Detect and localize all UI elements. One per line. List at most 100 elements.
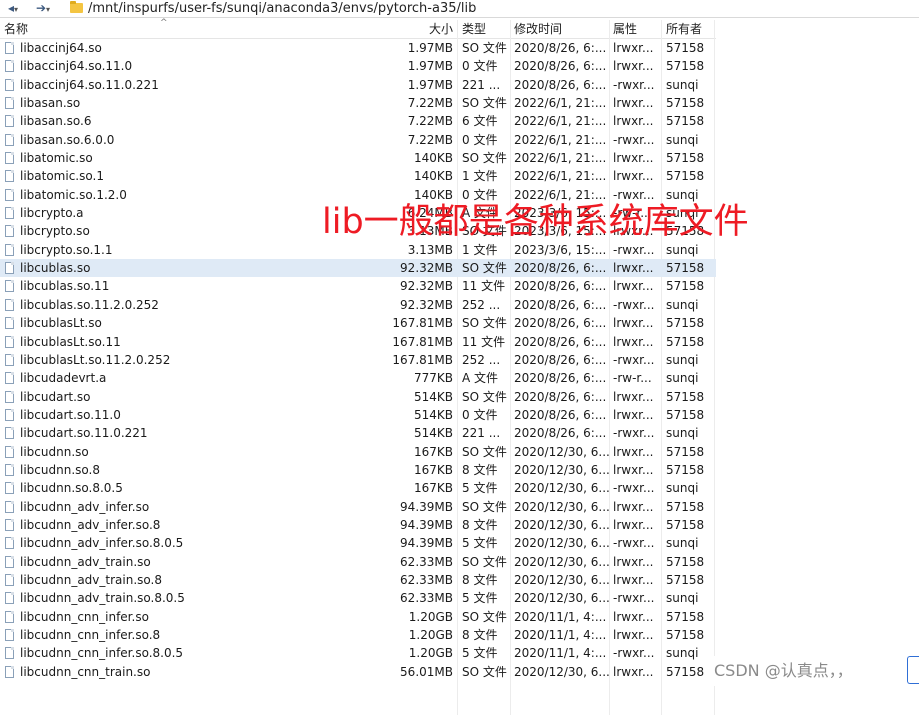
file-row[interactable]: libcudnn_adv_infer.so.8 94.39MB 8 文件 2020/1… [0,516,716,534]
file-owner: sunqi [666,77,699,92]
file-attributes: lrwxr... [613,462,654,477]
file-row[interactable]: libcudnn.so.8 167KB 8 文件 2020/12/30, 6... lr… [0,461,716,479]
file-modified: 2020/8/26, 6:... [514,407,607,422]
column-type[interactable]: 类型 [462,20,486,38]
file-type: 8 文件 [462,462,498,477]
file-icon [5,78,14,91]
file-size: 94.39MB [400,499,453,514]
file-owner: sunqi [666,352,699,367]
back-button[interactable]: ◂▾ [2,1,24,15]
file-row[interactable]: libcublas.so.11 92.32MB 11 文件 2020/8/26, 6:… [0,277,716,295]
file-icon [5,170,14,183]
file-row[interactable]: libatomic.so.1 140KB 1 文件 2022/6/1, 21:... l… [0,167,716,185]
file-modified: 2020/8/26, 6:... [514,389,607,404]
column-name[interactable]: 名称 [4,20,28,38]
file-type: SO 文件 [462,444,507,459]
file-row[interactable]: libcudart.so 514KB SO 文件 2020/8/26, 6:... lr… [0,388,716,406]
file-row[interactable]: libcublasLt.so.11.2.0.252 167.81MB 252 ...… [0,351,716,369]
file-row[interactable]: libcudnn_cnn_train.so 56.01MB SO 文件 2020/12… [0,663,716,681]
file-row[interactable]: libcudnn_cnn_infer.so.8 1.20GB 8 文件 2020/11… [0,626,716,644]
file-size: 1.97MB [407,41,453,55]
file-row[interactable]: libcudart.so.11.0 514KB 0 文件 2020/8/26, 6:.… [0,406,716,424]
file-name: libcudnn_adv_infer.so.8.0.5 [20,536,184,551]
file-row[interactable]: libcudnn_adv_infer.so.8.0.5 94.39MB 5 文件 20… [0,534,716,552]
file-row[interactable]: libcublas.so 92.32MB SO 文件 2020/8/26, 6:...… [0,259,716,278]
path-input[interactable]: /mnt/inspurfs/user-fs/sunqi/anaconda3/en… [88,0,476,17]
folder-icon [70,1,83,13]
file-row[interactable]: libcublasLt.so.11 167.81MB 11 文件 2020/8/26,… [0,333,716,351]
file-row[interactable]: libasan.so 7.22MB SO 文件 2022/6/1, 21:... lrw… [0,94,716,112]
file-row[interactable]: libasan.so.6.0.0 7.22MB 0 文件 2022/6/1, 21:.… [0,131,716,149]
file-row[interactable]: libcublasLt.so 167.81MB SO 文件 2020/8/26, 6:… [0,314,716,332]
file-type: 11 文件 [462,279,506,294]
file-row[interactable]: libcudnn.so 167KB SO 文件 2020/12/30, 6... lrw… [0,443,716,461]
file-type: A 文件 [462,371,499,386]
chevron-down-icon: ▾ [46,5,51,14]
file-modified: 2022/6/1, 21:... [514,114,607,129]
file-row[interactable]: libatomic.so 140KB SO 文件 2022/6/1, 21:... lr… [0,149,716,167]
file-row[interactable]: libaccinj64.so.11.0.221 1.97MB 221 ... 2020… [0,76,716,94]
file-name: libcudart.so [20,389,91,404]
file-modified: 2020/8/26, 6:... [514,261,607,276]
file-modified: 2020/12/30, 6... [514,591,609,606]
file-row[interactable]: libcudnn_cnn_infer.so 1.20GB SO 文件 2020/11/… [0,608,716,626]
file-attributes: -rwxr... [613,536,655,551]
forward-button[interactable]: ➔▾ [32,1,54,15]
file-type: 1 文件 [462,169,498,184]
file-row[interactable]: libcudnn_adv_train.so.8 62.33MB 8 文件 2020/1… [0,571,716,589]
file-size: 92.32MB [400,261,453,276]
file-name: libcudnn_cnn_infer.so.8.0.5 [20,646,184,661]
file-size: 514KB [413,426,453,441]
file-size: 7.22MB [407,96,453,111]
file-modified: 2020/12/30, 6... [514,444,609,459]
file-row[interactable]: libcudnn_cnn_infer.so.8.0.5 1.20GB 5 文件 202… [0,644,716,662]
file-modified: 2020/12/30, 6... [514,462,609,477]
file-size: 62.33MB [400,591,453,606]
file-row[interactable]: libcudnn_adv_infer.so 94.39MB SO 文件 2020/12… [0,498,716,516]
file-attributes: -rwxr... [613,646,655,661]
file-attributes: lrwxr... [613,151,654,166]
file-attributes: lrwxr... [613,628,654,642]
file-row[interactable]: libcudadevrt.a 777KB A 文件 2020/8/26, 6:... -… [0,369,716,387]
file-modified: 2022/6/1, 21:... [514,151,607,166]
file-row[interactable]: libcudart.so.11.0.221 514KB 221 ... 2020/8/… [0,424,716,442]
file-icon [5,647,14,660]
file-icon [5,42,14,54]
file-row[interactable]: libaccinj64.so 1.97MB SO 文件 2020/8/26, 6:..… [0,39,716,57]
file-row[interactable]: libcublas.so.11.2.0.252 92.32MB 252 ... 202… [0,296,716,314]
file-icon [5,500,14,513]
file-owner: 57158 [666,59,705,74]
file-row[interactable]: libaccinj64.so.11.0 1.97MB 0 文件 2020/8/26, … [0,57,716,75]
file-icon [5,445,14,458]
file-icon [5,408,14,421]
file-modified: 2020/12/30, 6... [514,554,609,569]
address-toolbar: ◂▾ ➔▾ /mnt/inspurfs/user-fs/sunqi/anacon… [0,0,919,18]
file-owner: 57158 [666,261,705,276]
file-type: 5 文件 [462,481,498,496]
file-name: libcudadevrt.a [20,371,107,386]
file-icon [5,610,14,623]
file-attributes: -rwxr... [613,426,655,441]
column-modified[interactable]: 修改时间 [514,20,562,38]
file-attributes: -rwxr... [613,297,655,312]
file-icon [5,555,14,568]
file-row[interactable]: libcudnn_adv_train.so.8.0.5 62.33MB 5 文件 20… [0,589,716,607]
file-row[interactable]: libcudnn_adv_train.so 62.33MB SO 文件 2020/12… [0,553,716,571]
file-size: 1.97MB [407,59,453,74]
file-size: 94.39MB [400,517,453,532]
column-owner[interactable]: 所有者 [666,20,702,38]
file-size: 167.81MB [392,352,453,367]
file-type: SO 文件 [462,664,507,679]
file-modified: 2020/11/1, 4:... [514,646,607,661]
file-size: 514KB [413,407,453,422]
file-modified: 2020/8/26, 6:... [514,59,607,74]
file-name: libcudnn.so.8.0.5 [20,481,123,496]
file-icon [5,243,14,256]
column-size[interactable]: 大小 [429,20,453,38]
file-attributes: lrwxr... [613,279,654,294]
file-row[interactable]: libasan.so.6 7.22MB 6 文件 2022/6/1, 21:... lr… [0,112,716,130]
file-row[interactable]: libcudnn.so.8.0.5 167KB 5 文件 2020/12/30, 6.… [0,479,716,497]
file-icon [5,592,14,605]
column-attributes[interactable]: 属性 [613,20,637,38]
file-name: libcudart.so.11.0 [20,407,121,422]
